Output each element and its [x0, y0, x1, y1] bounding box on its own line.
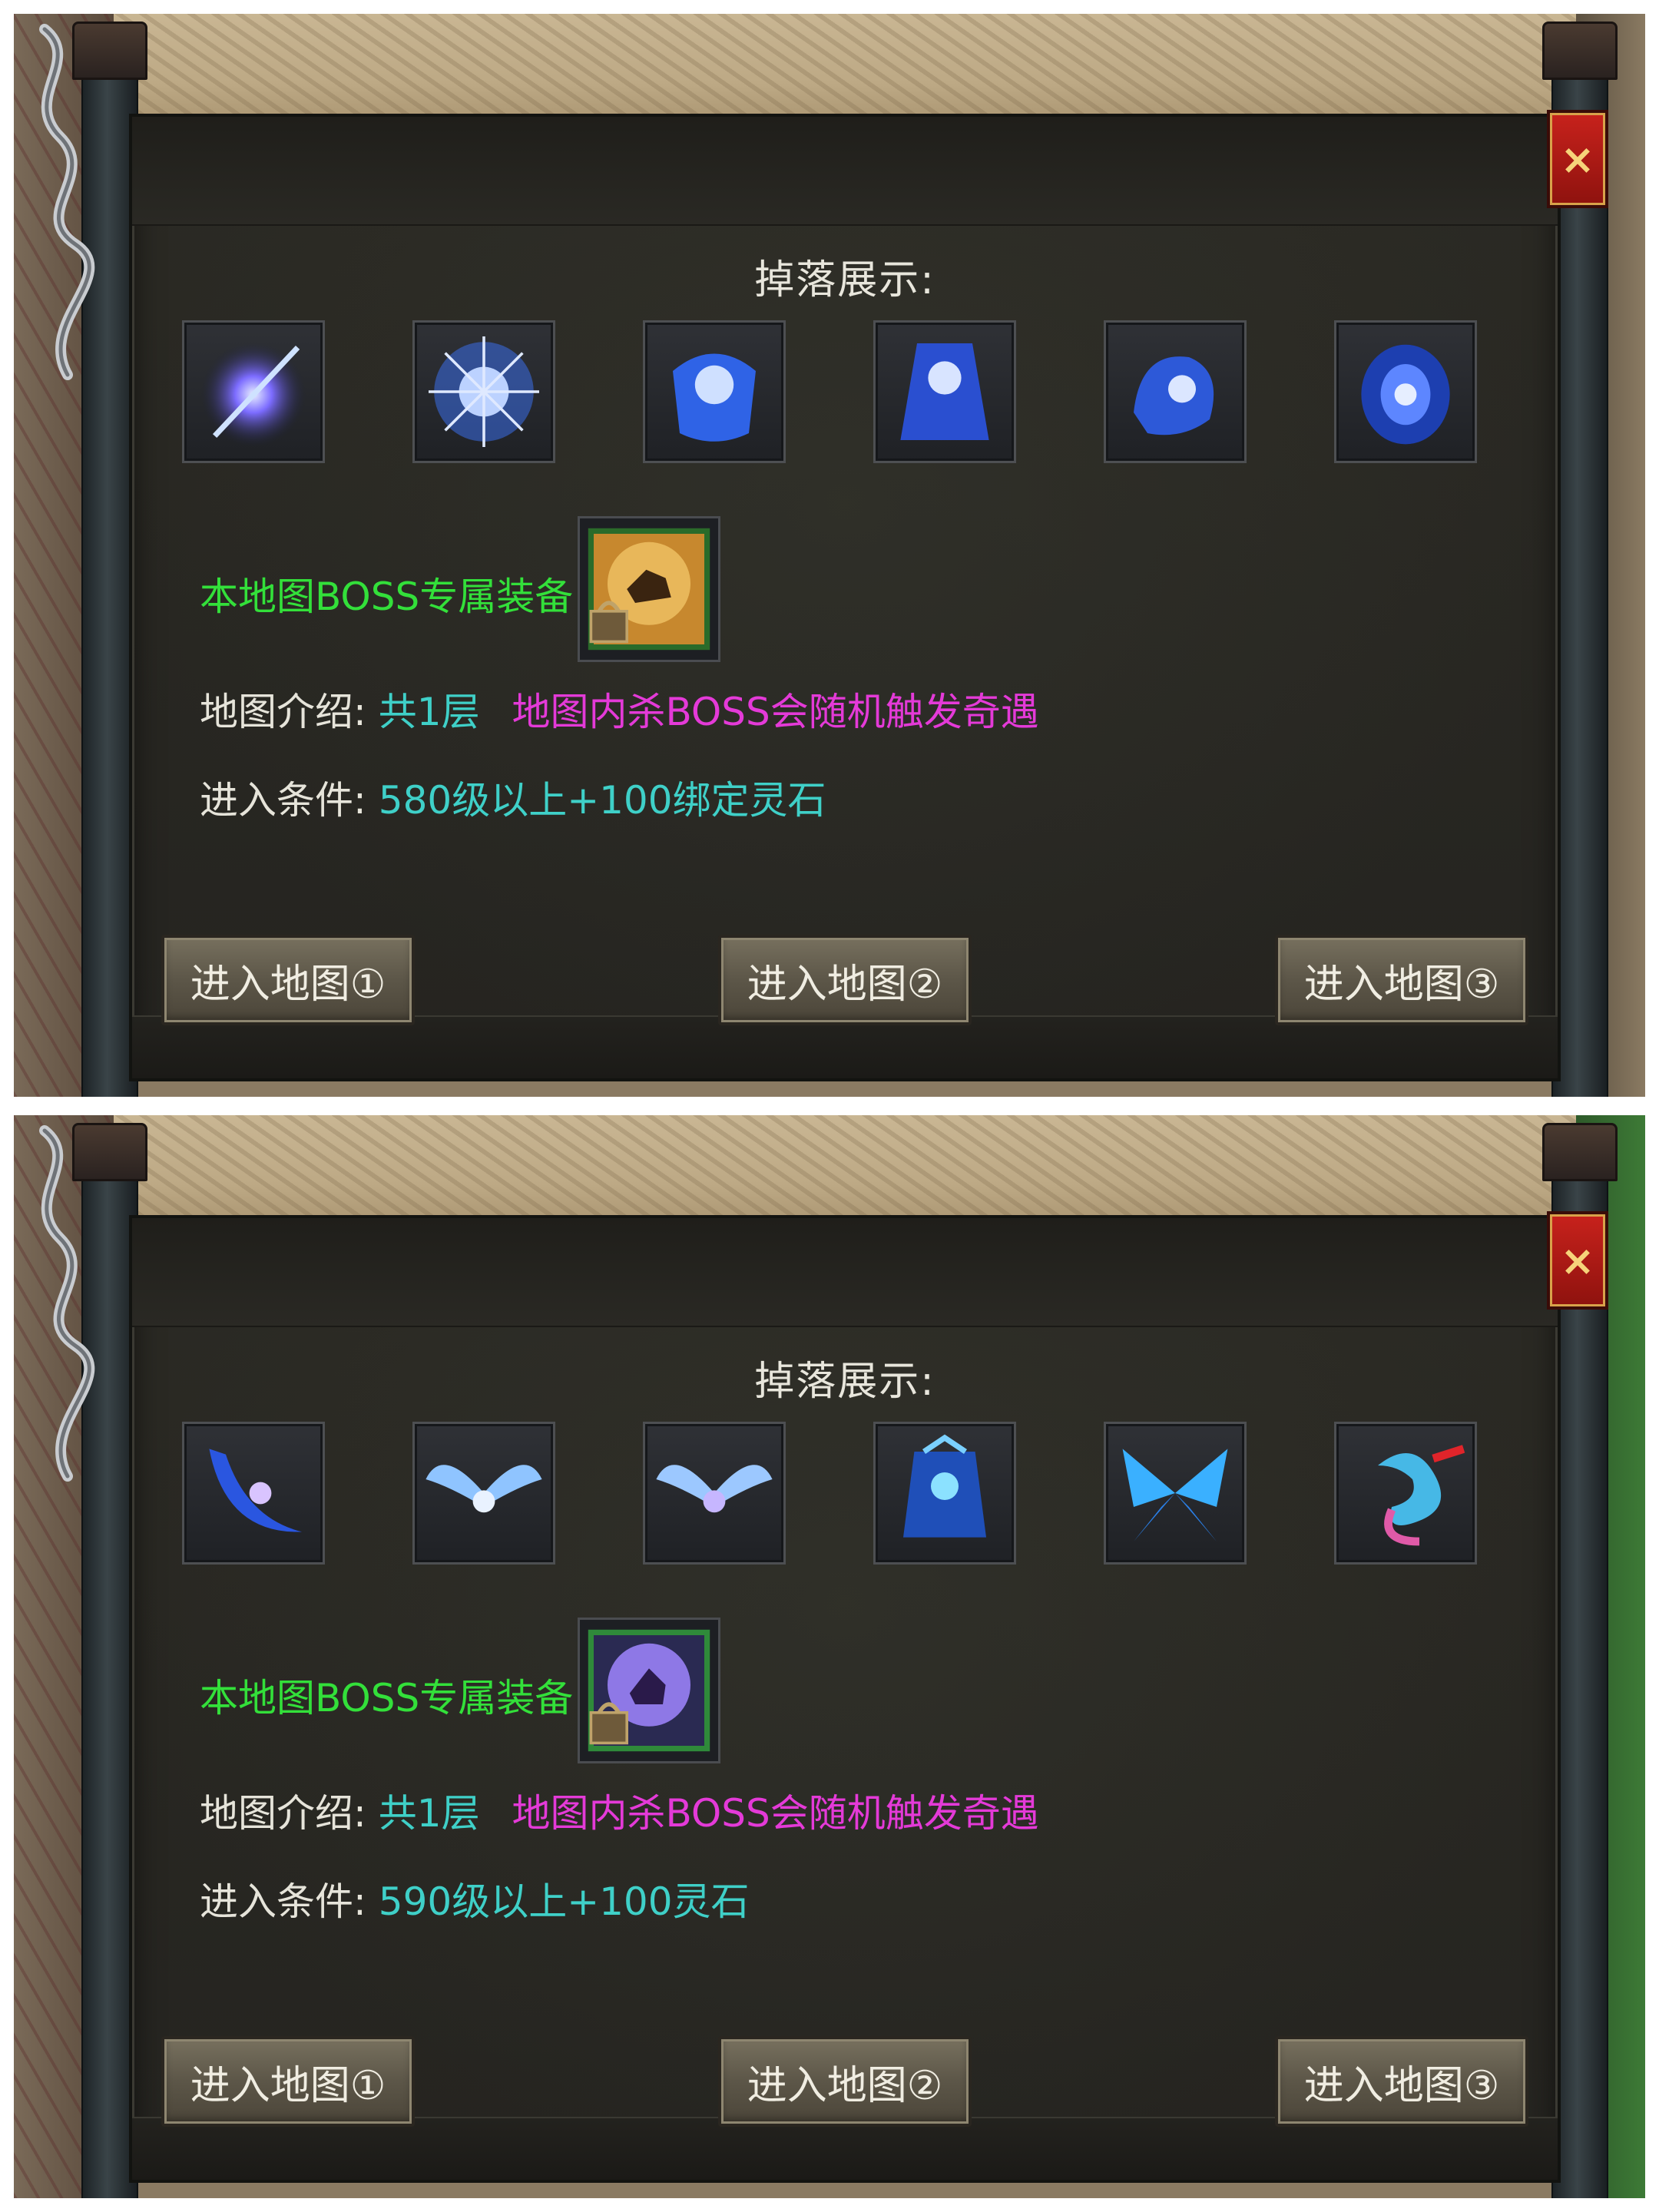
- drop-item-row: [132, 1422, 1558, 1568]
- blue-dragon-icon[interactable]: [1334, 1422, 1477, 1565]
- map-layers-value: 共1层: [378, 1791, 480, 1836]
- entry-requirement-label: 进入条件:: [200, 778, 366, 823]
- map-layers-value: 共1层: [378, 690, 480, 734]
- enter-map-3-button[interactable]: 进入地图③: [1275, 935, 1528, 1025]
- entry-requirement-row: 进入条件: 590级以上+100灵石: [200, 1871, 750, 1926]
- drop-showcase-title: 掉落展示:: [754, 1359, 935, 1405]
- blue-armor-icon[interactable]: [643, 320, 786, 463]
- blue-armor-icon[interactable]: [873, 1422, 1016, 1565]
- boss-equipment-label: 本地图BOSS专属装备:: [200, 1676, 587, 1720]
- enter-map-3-button[interactable]: 进入地图③: [1275, 2036, 1528, 2127]
- entry-requirement-row: 进入条件: 580级以上+100绑定灵石: [200, 770, 826, 825]
- enter-map-1-button[interactable]: 进入地图①: [161, 935, 415, 1025]
- entry-requirement-label: 进入条件:: [200, 1879, 366, 1924]
- drop-item-row: [132, 320, 1558, 466]
- dungeon-panel: 掉落展示: 本地图BOSS专属装备: 地图介绍: 共1层 地图内杀BOSS会随机…: [129, 114, 1561, 1081]
- dungeon-panel-screenshot-1: 掉落展示: 本地图BOSS专属装备: 地图介绍: 共1层 地图内杀BOSS会随机…: [14, 14, 1645, 1097]
- enter-map-2-button[interactable]: 进入地图②: [718, 935, 972, 1025]
- locked-dog-medal-icon[interactable]: [578, 516, 720, 662]
- dungeon-panel: 掉落展示: 本地图BOSS专属装备: 地图介绍: 共1层 地图内杀BOSS会随机…: [129, 1215, 1561, 2183]
- map-intro-label: 地图介绍:: [200, 1791, 366, 1836]
- enter-map-1-button[interactable]: 进入地图①: [161, 2036, 415, 2127]
- enter-map-2-button[interactable]: 进入地图②: [718, 2036, 972, 2127]
- blue-spear-icon[interactable]: [182, 320, 325, 463]
- blue-ring-icon[interactable]: [1334, 320, 1477, 463]
- map-intro-label: 地图介绍:: [200, 690, 366, 734]
- blue-scythe-icon[interactable]: [182, 1422, 325, 1565]
- blue-wings-icon[interactable]: [412, 1422, 555, 1565]
- boss-equipment-row: 本地图BOSS专属装备:: [132, 1618, 1558, 1771]
- blue-helmet-icon[interactable]: [1104, 320, 1247, 463]
- sand-ground: [14, 14, 1645, 129]
- close-button[interactable]: ×: [1547, 1211, 1608, 1310]
- close-button[interactable]: ×: [1547, 110, 1608, 208]
- boss-equipment-label: 本地图BOSS专属装备:: [200, 575, 587, 619]
- map-intro-row: 地图介绍: 共1层 地图内杀BOSS会随机触发奇遇: [200, 1783, 1039, 1838]
- blue-wings-icon-2[interactable]: [643, 1422, 786, 1565]
- drop-showcase-title: 掉落展示:: [754, 257, 935, 303]
- blue-burst-icon[interactable]: [412, 320, 555, 463]
- entry-requirement-value: 590级以上+100灵石: [378, 1879, 750, 1924]
- dungeon-panel-screenshot-2: 掉落展示: 本地图BOSS专属装备: 地图介绍: 共1层 地图内杀BOSS会随机…: [14, 1115, 1645, 2198]
- blue-robe-icon[interactable]: [873, 320, 1016, 463]
- map-intro-desc: 地图内杀BOSS会随机触发奇遇: [512, 690, 1039, 734]
- boss-equipment-row: 本地图BOSS专属装备:: [132, 516, 1558, 670]
- locked-purple-medal-icon[interactable]: [578, 1618, 720, 1763]
- entry-requirement-value: 580级以上+100绑定灵石: [378, 778, 826, 823]
- blue-butterfly-wings-icon[interactable]: [1104, 1422, 1247, 1565]
- sand-ground: [14, 1115, 1645, 1230]
- map-intro-row: 地图介绍: 共1层 地图内杀BOSS会随机触发奇遇: [200, 681, 1039, 737]
- map-intro-desc: 地图内杀BOSS会随机触发奇遇: [512, 1791, 1039, 1836]
